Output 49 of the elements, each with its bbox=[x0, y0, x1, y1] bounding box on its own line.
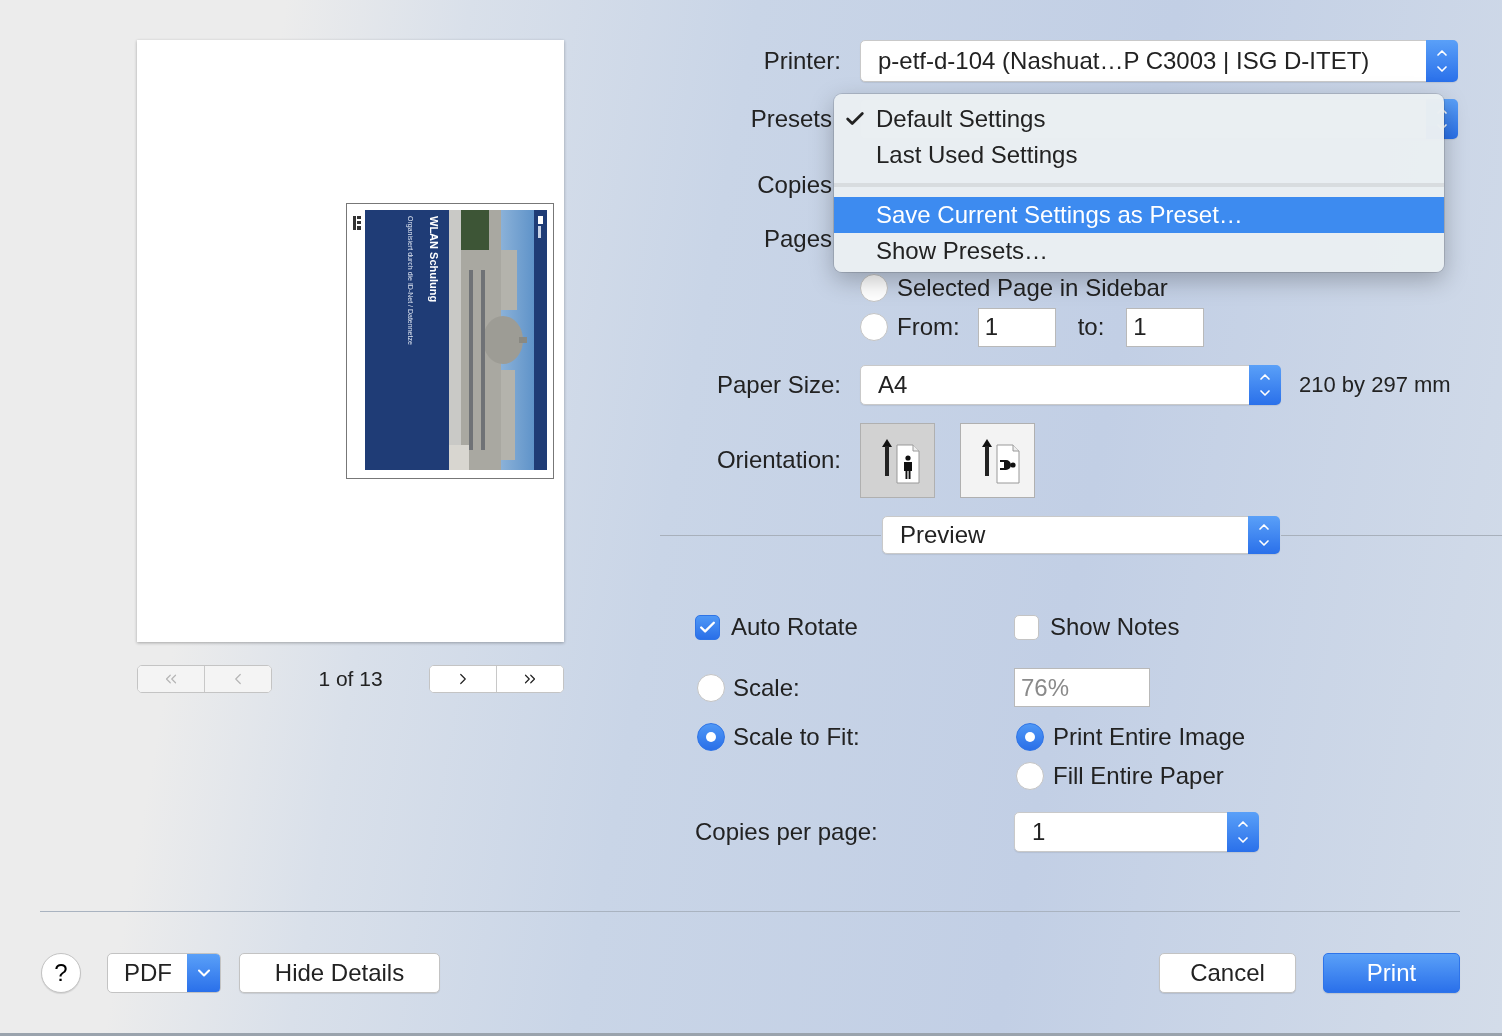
orientation-label: Orientation: bbox=[716, 446, 841, 474]
hide-details-button[interactable]: Hide Details bbox=[239, 953, 440, 993]
checkbox-label: Auto Rotate bbox=[731, 613, 858, 641]
radio-label: Fill Entire Paper bbox=[1053, 762, 1224, 790]
radio-label: Scale to Fit: bbox=[733, 723, 860, 751]
stepper-icon bbox=[1248, 516, 1280, 554]
stepper-icon bbox=[1249, 365, 1281, 405]
printer-label: Printer: bbox=[763, 47, 841, 75]
pages-label: Pages bbox=[763, 225, 832, 253]
logo-icon bbox=[538, 216, 543, 238]
radio-button[interactable] bbox=[860, 274, 888, 302]
checkbox[interactable] bbox=[1014, 614, 1039, 640]
checkbox-label: Show Notes bbox=[1050, 613, 1180, 641]
radio-button[interactable] bbox=[697, 723, 725, 751]
copies-per-page-label: Copies per page: bbox=[695, 818, 878, 846]
menu-item[interactable]: Last Used Settings bbox=[834, 137, 1444, 173]
to-field[interactable]: 1 bbox=[1126, 307, 1205, 347]
caret-icon bbox=[187, 954, 220, 992]
pdf-button[interactable]: PDF bbox=[107, 953, 221, 993]
stepper-icon bbox=[1426, 40, 1458, 82]
stepper-icon bbox=[1227, 812, 1259, 852]
paper-size-popup[interactable]: A4 bbox=[860, 365, 1281, 405]
menu-item[interactable]: Default Settings bbox=[834, 101, 1444, 137]
from-field[interactable]: 1 bbox=[977, 307, 1056, 347]
section-popup[interactable]: Preview bbox=[882, 516, 1280, 554]
help-button[interactable]: ? bbox=[41, 953, 81, 993]
radio-label: From: bbox=[897, 313, 960, 341]
presets-label: Presets bbox=[750, 105, 832, 133]
portrait-button[interactable] bbox=[860, 422, 935, 498]
cancel-button[interactable]: Cancel bbox=[1159, 953, 1296, 993]
page-indicator: 1 of 13 bbox=[317, 667, 384, 691]
radio-label: Scale: bbox=[733, 673, 800, 702]
radio-button[interactable] bbox=[860, 313, 888, 341]
copies-label: Copies bbox=[757, 171, 832, 199]
landscape-button[interactable] bbox=[960, 422, 1035, 498]
slide-title: WLAN Schulung bbox=[428, 216, 439, 305]
paper-dimensions: 210 by 297 mm bbox=[1299, 372, 1451, 398]
paper-size-label: Paper Size: bbox=[716, 371, 841, 399]
copies-per-page-popup[interactable]: 1 bbox=[1014, 812, 1259, 852]
radio-label: Print Entire Image bbox=[1053, 723, 1246, 751]
printer-popup[interactable]: p-etf-d-104 (Nashuat…P C3003 | ISG D-ITET) bbox=[860, 40, 1458, 82]
checkbox[interactable] bbox=[695, 614, 720, 640]
to-label: to: bbox=[1077, 313, 1105, 341]
last-page-button[interactable] bbox=[496, 666, 563, 692]
radio-button[interactable] bbox=[1016, 723, 1044, 751]
menu-item[interactable]: Show Presets… bbox=[834, 233, 1444, 269]
radio-label: Selected Page in Sidebar bbox=[897, 274, 1168, 302]
radio-button[interactable] bbox=[1016, 762, 1044, 790]
logo-icon bbox=[353, 216, 361, 230]
